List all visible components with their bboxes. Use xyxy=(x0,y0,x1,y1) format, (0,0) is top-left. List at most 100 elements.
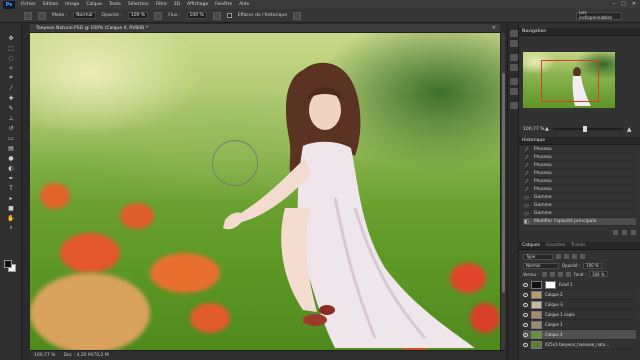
navigator-zoom-value[interactable]: 100,77 % xyxy=(523,127,544,132)
menu-filtre[interactable]: Filtre xyxy=(156,2,167,7)
minimize-icon[interactable]: – xyxy=(613,1,616,7)
history-item[interactable]: ⁄ Pinceau xyxy=(523,154,636,162)
filter-type-icon[interactable] xyxy=(572,254,577,259)
pen-tool-icon[interactable]: ✒ xyxy=(6,174,16,182)
clone-panel-toggle-icon[interactable] xyxy=(510,64,518,71)
dodge-tool-icon[interactable]: ◐ xyxy=(6,164,16,172)
visibility-eye-icon[interactable] xyxy=(523,342,528,347)
history-item[interactable]: ⁄ Pinceau xyxy=(523,162,636,170)
menu-fichier[interactable]: Fichier xyxy=(21,2,36,7)
visibility-eye-icon[interactable] xyxy=(523,282,528,287)
visibility-eye-icon[interactable] xyxy=(523,302,528,307)
panel-toggle-icon[interactable] xyxy=(510,30,518,37)
snapshot-icon[interactable] xyxy=(622,230,627,235)
filter-shape-icon[interactable] xyxy=(580,254,585,259)
hand-tool-icon[interactable]: ✋ xyxy=(6,214,16,222)
new-document-from-state-icon[interactable] xyxy=(613,230,618,235)
workspace-select[interactable]: Les indispensables xyxy=(576,11,622,21)
history-item[interactable]: ⁄ Pinceau xyxy=(523,186,636,194)
document-tab[interactable]: Taeyeon Natural.PSD @ 100% (Calque 4, RV… xyxy=(30,24,500,33)
info-panel-toggle-icon[interactable] xyxy=(510,102,518,109)
airbrush-icon[interactable] xyxy=(212,11,221,20)
paragraph-panel-toggle-icon[interactable] xyxy=(510,88,518,95)
path-selection-tool-icon[interactable]: ▸ xyxy=(6,194,16,202)
maximize-icon[interactable]: □ xyxy=(621,1,626,7)
layer-filter-select[interactable]: Type xyxy=(523,253,553,260)
close-icon[interactable]: ✕ xyxy=(632,1,636,7)
layer-row[interactable]: Calque 1 xyxy=(523,320,636,330)
navigator-view-rectangle[interactable] xyxy=(541,60,599,102)
menu-texte[interactable]: Texte xyxy=(109,2,121,7)
history-item-selected[interactable]: ◧ Modifier l'opacité principale xyxy=(523,218,636,226)
panel-toggle-icon[interactable] xyxy=(510,40,518,47)
magic-wand-tool-icon[interactable]: ✧ xyxy=(6,64,16,72)
history-item[interactable]: ⁄ Pinceau xyxy=(523,170,636,178)
marquee-tool-icon[interactable]: ⬚ xyxy=(6,44,16,52)
tab-couches[interactable]: Couches xyxy=(546,243,565,248)
navigator-zoom-slider[interactable] xyxy=(552,126,623,132)
shape-tool-icon[interactable]: ■ xyxy=(6,204,16,212)
filter-pixel-icon[interactable] xyxy=(556,254,561,259)
tab-historique[interactable]: Historique xyxy=(522,138,545,143)
canvas-vertical-scrollbar[interactable] xyxy=(500,33,505,350)
document-canvas[interactable] xyxy=(30,33,500,350)
visibility-eye-icon[interactable] xyxy=(523,322,528,327)
layer-opacity-field[interactable]: 100 % xyxy=(583,262,602,269)
zoom-in-icon[interactable]: ▲ xyxy=(627,126,632,133)
layer-mask-thumbnail[interactable] xyxy=(545,280,556,289)
fill-field[interactable]: 100 % xyxy=(588,271,608,277)
crop-tool-icon[interactable]: ⌗ xyxy=(6,74,16,82)
history-item[interactable]: ▭ Gomme xyxy=(523,194,636,202)
brush-tool-icon[interactable]: ✎ xyxy=(6,104,16,112)
zoom-tool-icon[interactable]: ⌕ xyxy=(6,224,16,232)
foreground-color-swatch[interactable] xyxy=(4,260,12,268)
flow-field[interactable]: 100 % xyxy=(186,12,207,19)
lock-transparency-icon[interactable] xyxy=(541,271,547,277)
navigator-thumbnail[interactable] xyxy=(523,52,615,108)
lock-pixels-icon[interactable] xyxy=(549,271,555,277)
lasso-tool-icon[interactable]: ◌ xyxy=(6,54,16,62)
menu-edition[interactable]: Edition xyxy=(43,2,59,7)
visibility-eye-icon[interactable] xyxy=(523,312,528,317)
tab-traces[interactable]: Tracés xyxy=(571,243,585,248)
zoom-slider-knob[interactable] xyxy=(583,126,588,132)
layer-row[interactable]: Calque 3 xyxy=(523,300,636,310)
tab-navigation[interactable]: Navigation xyxy=(522,29,546,34)
lock-all-icon[interactable] xyxy=(565,271,571,277)
visibility-eye-icon[interactable] xyxy=(523,292,528,297)
close-document-icon[interactable]: ✕ xyxy=(492,25,496,31)
history-item[interactable]: ▭ Gomme xyxy=(523,202,636,210)
character-panel-toggle-icon[interactable] xyxy=(510,78,518,85)
trash-icon[interactable] xyxy=(631,230,636,235)
layer-row-selected[interactable]: Calque 4 xyxy=(523,330,636,340)
layer-row[interactable]: Calque 2 xyxy=(523,290,636,300)
menu-image[interactable]: Image xyxy=(65,2,79,7)
menu-affichage[interactable]: Affichage xyxy=(187,2,208,7)
tab-calques[interactable]: Calques xyxy=(522,243,540,248)
eraser-tool-icon[interactable]: ▭ xyxy=(6,134,16,142)
blur-tool-icon[interactable]: ● xyxy=(6,154,16,162)
lock-position-icon[interactable] xyxy=(557,271,563,277)
pressure-opacity-icon[interactable] xyxy=(154,11,163,20)
filter-adjustment-icon[interactable] xyxy=(564,254,569,259)
history-brush-tool-icon[interactable]: ↺ xyxy=(6,124,16,132)
layer-row[interactable]: Calque 1 copie xyxy=(523,310,636,320)
blend-mode-select[interactable]: Normal xyxy=(523,262,559,269)
history-item[interactable]: ⁄ Pinceau xyxy=(523,146,636,154)
menu-3d[interactable]: 3D xyxy=(174,2,180,7)
history-item[interactable]: ▭ Gomme xyxy=(523,210,636,218)
history-item[interactable]: ⁄ Pinceau xyxy=(523,178,636,186)
menu-calque[interactable]: Calque xyxy=(86,2,102,7)
menu-selection[interactable]: Sélection xyxy=(128,2,149,7)
menu-aide[interactable]: Aide xyxy=(239,2,249,7)
menu-fenetre[interactable]: Fenêtre xyxy=(215,2,232,7)
eyedropper-tool-icon[interactable]: ⁄ xyxy=(6,84,16,92)
type-tool-icon[interactable]: T xyxy=(6,184,16,192)
history-checkbox[interactable] xyxy=(226,13,232,18)
zoom-out-icon[interactable]: ▲ xyxy=(545,126,549,132)
move-tool-icon[interactable]: ✥ xyxy=(6,34,16,42)
layer-row[interactable]: 425x1-taeyeon_haesuee_natu... xyxy=(523,340,636,350)
visibility-eye-icon[interactable] xyxy=(523,332,528,337)
zoom-readout[interactable]: 100,77 % xyxy=(34,353,55,358)
mode-select[interactable]: Normal xyxy=(73,12,96,19)
